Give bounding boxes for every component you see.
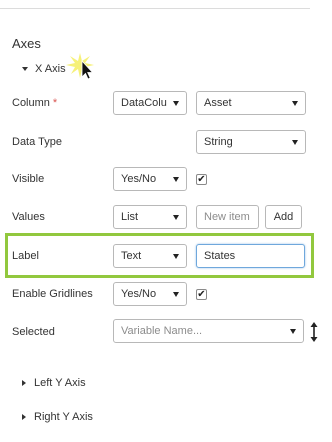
new-item-placeholder: New item — [204, 211, 250, 223]
new-item-input[interactable]: New item — [196, 205, 259, 229]
checkmark-icon: ✔ — [197, 288, 206, 300]
values-label: Values — [12, 211, 45, 223]
right-y-axis-toggle[interactable]: Right Y Axis — [22, 411, 93, 423]
selected-label: Selected — [12, 326, 55, 338]
visible-label: Visible — [12, 173, 45, 185]
x-axis-toggle[interactable]: X Axis — [22, 63, 66, 75]
section-title: Axes — [12, 36, 41, 51]
data-type-value: String — [204, 136, 233, 148]
checkmark-icon: ✔ — [197, 173, 206, 185]
required-mark: * — [52, 97, 58, 109]
values-select[interactable]: List — [113, 205, 187, 229]
gridlines-select[interactable]: Yes/No — [113, 282, 187, 306]
data-type-select[interactable]: String — [196, 130, 306, 154]
variable-name-placeholder: Variable Name... — [121, 325, 203, 337]
variable-name-select[interactable]: Variable Name... — [113, 319, 304, 343]
visible-value: Yes/No — [121, 173, 157, 185]
dropdown-arrow-icon — [173, 100, 179, 106]
caret-right-icon — [22, 380, 26, 386]
mouse-cursor-icon — [66, 53, 94, 80]
label-text-input[interactable]: States — [196, 244, 305, 268]
dropdown-arrow-icon — [173, 253, 179, 259]
visible-select[interactable]: Yes/No — [113, 167, 187, 191]
dropdown-arrow-icon — [173, 214, 179, 220]
data-type-label: Data Type — [12, 136, 62, 148]
column-source-value: DataColu — [121, 97, 167, 109]
label-type-value: Text — [121, 250, 142, 262]
column-label: Column * — [12, 97, 58, 109]
left-y-axis-label: Left Y Axis — [34, 377, 86, 389]
column-field-select[interactable]: Asset — [196, 91, 306, 115]
label-label: Label — [12, 250, 39, 262]
caret-down-icon — [22, 67, 28, 71]
column-source-select[interactable]: DataColu — [113, 91, 187, 115]
top-divider — [0, 8, 310, 9]
visible-checkbox[interactable]: ✔ — [196, 174, 207, 185]
x-axis-label: X Axis — [35, 63, 66, 75]
values-value: List — [121, 211, 139, 223]
dropdown-arrow-icon — [173, 176, 179, 182]
gridlines-checkbox[interactable]: ✔ — [196, 289, 207, 300]
dropdown-arrow-icon — [292, 139, 298, 145]
gridlines-value: Yes/No — [121, 288, 157, 300]
add-button[interactable]: Add — [265, 205, 302, 229]
gridlines-label: Enable Gridlines — [12, 288, 93, 300]
sort-arrows-icon[interactable] — [309, 320, 319, 344]
column-field-value: Asset — [204, 97, 232, 109]
caret-right-icon — [22, 414, 26, 420]
left-y-axis-toggle[interactable]: Left Y Axis — [22, 377, 86, 389]
label-text-value: States — [204, 250, 236, 262]
dropdown-arrow-icon — [292, 100, 298, 106]
label-type-select[interactable]: Text — [113, 244, 187, 268]
dropdown-arrow-icon — [290, 328, 296, 334]
dropdown-arrow-icon — [173, 291, 179, 297]
right-y-axis-label: Right Y Axis — [34, 411, 93, 423]
